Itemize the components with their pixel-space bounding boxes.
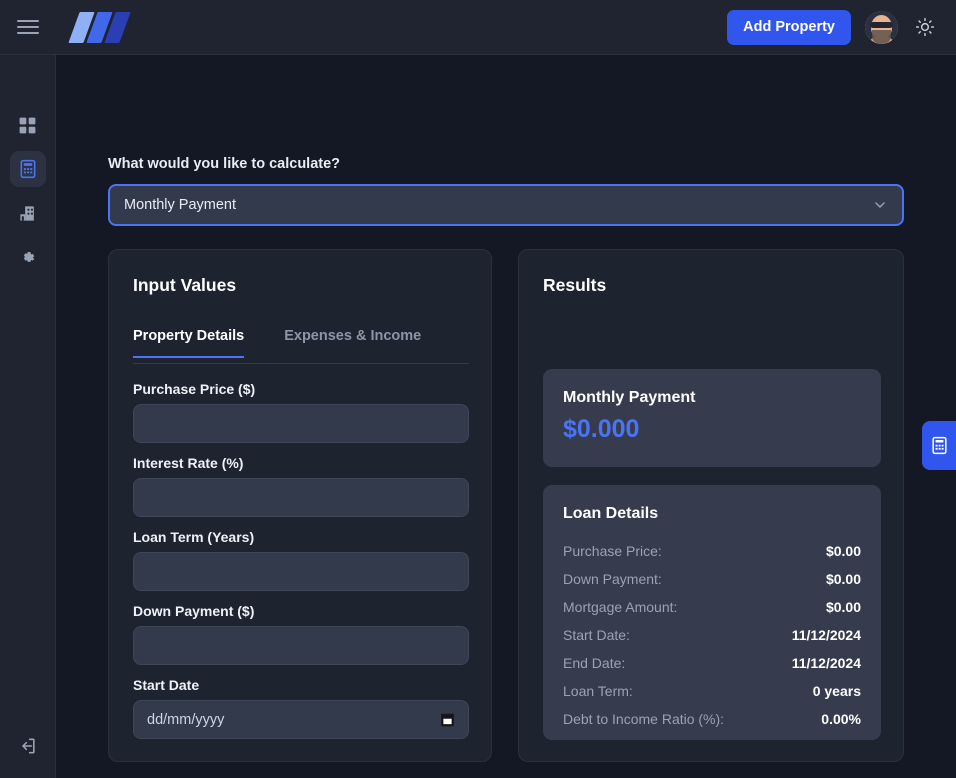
gear-icon: [18, 248, 37, 267]
input-fields: Purchase Price ($) Interest Rate (%) Loa…: [133, 381, 469, 751]
start-date-input[interactable]: dd/mm/yyyy: [133, 700, 469, 739]
building-icon: [18, 204, 37, 223]
sidebar: [0, 55, 56, 778]
loan-row: Mortgage Amount: $0.00: [563, 593, 861, 621]
loan-row: Start Date: 11/12/2024: [563, 621, 861, 649]
add-property-button[interactable]: Add Property: [727, 9, 851, 45]
sidebar-item-properties[interactable]: [10, 195, 46, 231]
results-card: Results Monthly Payment $0.000 Loan Deta…: [518, 249, 904, 762]
down-payment-input[interactable]: [133, 626, 469, 665]
loan-term-label: Loan Term (Years): [133, 529, 255, 545]
grid-dashboard-icon: [18, 116, 37, 135]
tab-expenses-income[interactable]: Expenses & Income: [284, 328, 421, 356]
logout-button[interactable]: [10, 728, 46, 764]
loan-details-box: Loan Details Purchase Price: $0.00 Down …: [543, 485, 881, 740]
interest-rate-input[interactable]: [133, 478, 469, 517]
calculation-type-select[interactable]: Monthly Payment: [108, 184, 904, 226]
loan-row-key: Mortgage Amount:: [563, 599, 678, 615]
main-content: What would you like to calculate? Monthl…: [56, 55, 956, 778]
loan-row-key: Loan Term:: [563, 683, 633, 699]
loan-row-key: Purchase Price:: [563, 543, 662, 559]
purchase-price-input[interactable]: [133, 404, 469, 443]
sidebar-item-settings[interactable]: [10, 239, 46, 275]
loan-row: Down Payment: $0.00: [563, 565, 861, 593]
loan-row: Purchase Price: $0.00: [563, 537, 861, 565]
monthly-payment-result: Monthly Payment $0.000: [543, 369, 881, 467]
loan-row-value: 0.00%: [821, 711, 861, 727]
avatar[interactable]: [865, 10, 898, 44]
loan-row-key: Down Payment:: [563, 571, 662, 587]
results-title: Results: [543, 275, 607, 295]
interest-rate-label: Interest Rate (%): [133, 455, 244, 471]
loan-row-value: 11/12/2024: [791, 627, 861, 643]
tab-property-details[interactable]: Property Details: [133, 328, 245, 358]
calendar-icon[interactable]: [440, 712, 455, 728]
chevron-down-icon: [872, 197, 888, 213]
input-values-title: Input Values: [133, 275, 237, 295]
sidebar-item-dashboard[interactable]: [10, 107, 46, 143]
loan-row-key: Start Date:: [563, 627, 630, 643]
loan-row-value: $0.00: [825, 599, 861, 615]
floating-calculator-button[interactable]: [922, 421, 956, 470]
sidebar-item-calculator[interactable]: [9, 151, 46, 187]
loan-row-key: Debt to Income Ratio (%):: [563, 711, 725, 727]
monthly-payment-label: Monthly Payment: [563, 389, 696, 406]
start-date-label: Start Date: [133, 677, 200, 693]
start-date-placeholder: dd/mm/yyyy: [147, 711, 225, 728]
loan-details-title: Loan Details: [563, 505, 659, 522]
top-bar-actions: Add Property: [727, 9, 938, 45]
loan-row-value: 11/12/2024: [791, 655, 861, 671]
calculate-question-label: What would you like to calculate?: [108, 156, 341, 172]
loan-term-input[interactable]: [133, 552, 469, 591]
loan-row-value: $0.00: [825, 543, 861, 559]
input-tabs: Property Details Expenses & Income: [133, 328, 469, 364]
down-payment-label: Down Payment ($): [133, 603, 255, 619]
loan-row-value: 0 years: [812, 683, 861, 699]
purchase-price-label: Purchase Price ($): [133, 381, 256, 397]
loan-row: Debt to Income Ratio (%): 0.00%: [563, 705, 861, 733]
loan-row-value: $0.00: [825, 571, 861, 587]
sun-icon[interactable]: [912, 14, 938, 40]
input-values-card: Input Values Property Details Expenses &…: [108, 249, 492, 762]
hamburger-icon[interactable]: [17, 17, 39, 37]
logout-icon: [18, 736, 38, 756]
top-bar: Add Property: [0, 0, 956, 55]
calculator-icon: [930, 436, 949, 455]
loan-row-key: End Date:: [563, 655, 626, 671]
calculation-type-value: Monthly Payment: [124, 197, 237, 213]
loan-row: Loan Term: 0 years: [563, 677, 861, 705]
monthly-payment-value: $0.000: [563, 415, 640, 443]
brand-logo[interactable]: [68, 11, 131, 43]
calculator-icon: [18, 159, 38, 179]
loan-row: End Date: 11/12/2024: [563, 649, 861, 677]
